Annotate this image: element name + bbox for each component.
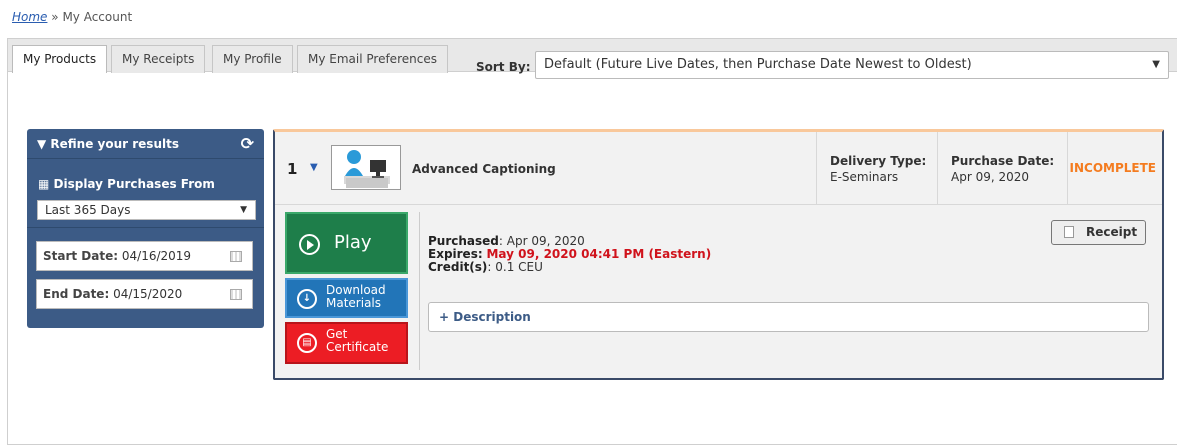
chevron-down-icon: ▼ bbox=[1152, 59, 1160, 70]
receipt-button[interactable]: Receipt bbox=[1051, 220, 1146, 245]
refine-panel: ▼ Refine your results ⟳ ▦ Display Purcha… bbox=[27, 129, 264, 328]
breadcrumb-home-link[interactable]: Home bbox=[12, 10, 47, 24]
sort-row: Sort By: Default (Future Live Dates, the… bbox=[470, 51, 1170, 81]
refine-title: ▼ Refine your results bbox=[37, 137, 179, 151]
play-label: Play bbox=[334, 232, 372, 253]
download-label: Download Materials bbox=[326, 283, 386, 310]
product-card: 1 ▼ Advanced Captioning Delivery Type: E… bbox=[273, 129, 1164, 380]
tab-my-email-preferences[interactable]: My Email Preferences bbox=[297, 45, 448, 73]
end-date-field[interactable]: End Date: 04/15/2020 bbox=[36, 279, 253, 309]
delivery-type-cell: Delivery Type: E-Seminars bbox=[816, 132, 937, 205]
refine-header[interactable]: ▼ Refine your results ⟳ bbox=[27, 129, 264, 159]
product-title[interactable]: Advanced Captioning bbox=[412, 162, 556, 176]
reset-icon[interactable]: ⟳ bbox=[241, 129, 254, 159]
certificate-label: Get Certificate bbox=[326, 327, 389, 354]
get-certificate-button[interactable]: ▤ Get Certificate bbox=[285, 322, 408, 364]
tab-my-receipts[interactable]: My Receipts bbox=[111, 45, 206, 73]
expand-caret-icon[interactable]: ▼ bbox=[310, 162, 318, 173]
calendar-icon[interactable] bbox=[230, 251, 242, 262]
download-materials-button[interactable]: ↓ Download Materials bbox=[285, 278, 408, 318]
product-thumbnail bbox=[331, 145, 401, 190]
purchase-info: Purchased: Apr 09, 2020 Expires: May 09,… bbox=[428, 235, 711, 274]
tab-my-profile[interactable]: My Profile bbox=[212, 45, 293, 73]
product-number: 1 bbox=[287, 160, 298, 178]
person-at-computer-icon bbox=[344, 150, 390, 188]
breadcrumb-separator: » bbox=[51, 10, 59, 24]
start-date-field[interactable]: Start Date: 04/16/2019 bbox=[36, 241, 253, 271]
download-icon: ↓ bbox=[297, 289, 317, 309]
tab-my-products[interactable]: My Products bbox=[12, 45, 108, 73]
delivery-type-label: Delivery Type: bbox=[830, 154, 927, 168]
purchase-date-cell: Purchase Date: Apr 09, 2020 bbox=[937, 132, 1067, 205]
sort-select[interactable]: Default (Future Live Dates, then Purchas… bbox=[535, 51, 1169, 79]
delivery-type-value: E-Seminars bbox=[830, 170, 899, 184]
end-date-label: End Date: bbox=[43, 287, 110, 301]
receipt-label: Receipt bbox=[1086, 225, 1138, 239]
chevron-down-icon: ▼ bbox=[240, 205, 247, 215]
purchase-range-select[interactable]: Last 365 Days ▼ bbox=[37, 200, 256, 220]
status-cell: INCOMPLETE bbox=[1067, 132, 1162, 205]
purchase-date-value: Apr 09, 2020 bbox=[951, 170, 1030, 184]
receipt-icon bbox=[1064, 226, 1074, 238]
certificate-icon: ▤ bbox=[297, 333, 317, 353]
sort-label: Sort By: bbox=[476, 60, 531, 74]
start-date-value: 04/16/2019 bbox=[121, 249, 192, 263]
start-date-label: Start Date: bbox=[43, 249, 119, 263]
sort-selected-value: Default (Future Live Dates, then Purchas… bbox=[544, 57, 972, 72]
play-button[interactable]: Play bbox=[285, 212, 408, 274]
play-icon bbox=[299, 234, 320, 255]
purchase-date-label: Purchase Date: bbox=[951, 154, 1055, 168]
credits-line: Credit(s): 0.1 CEU bbox=[428, 260, 543, 274]
description-toggle[interactable]: + Description bbox=[428, 302, 1149, 332]
product-header: 1 ▼ Advanced Captioning Delivery Type: E… bbox=[275, 132, 1162, 205]
purchase-range-value: Last 365 Days bbox=[45, 203, 131, 217]
calendar-icon[interactable] bbox=[230, 289, 242, 300]
breadcrumb-current: My Account bbox=[62, 10, 133, 24]
display-purchases-title: ▦ Display Purchases From bbox=[38, 177, 215, 191]
actions-divider bbox=[419, 212, 420, 370]
breadcrumb: Home » My Account bbox=[12, 10, 132, 24]
end-date-value: 04/15/2020 bbox=[113, 287, 183, 301]
divider bbox=[27, 227, 264, 228]
display-purchases-section: ▦ Display Purchases From Last 365 Days ▼ bbox=[30, 167, 261, 295]
status-badge: INCOMPLETE bbox=[1069, 161, 1156, 175]
